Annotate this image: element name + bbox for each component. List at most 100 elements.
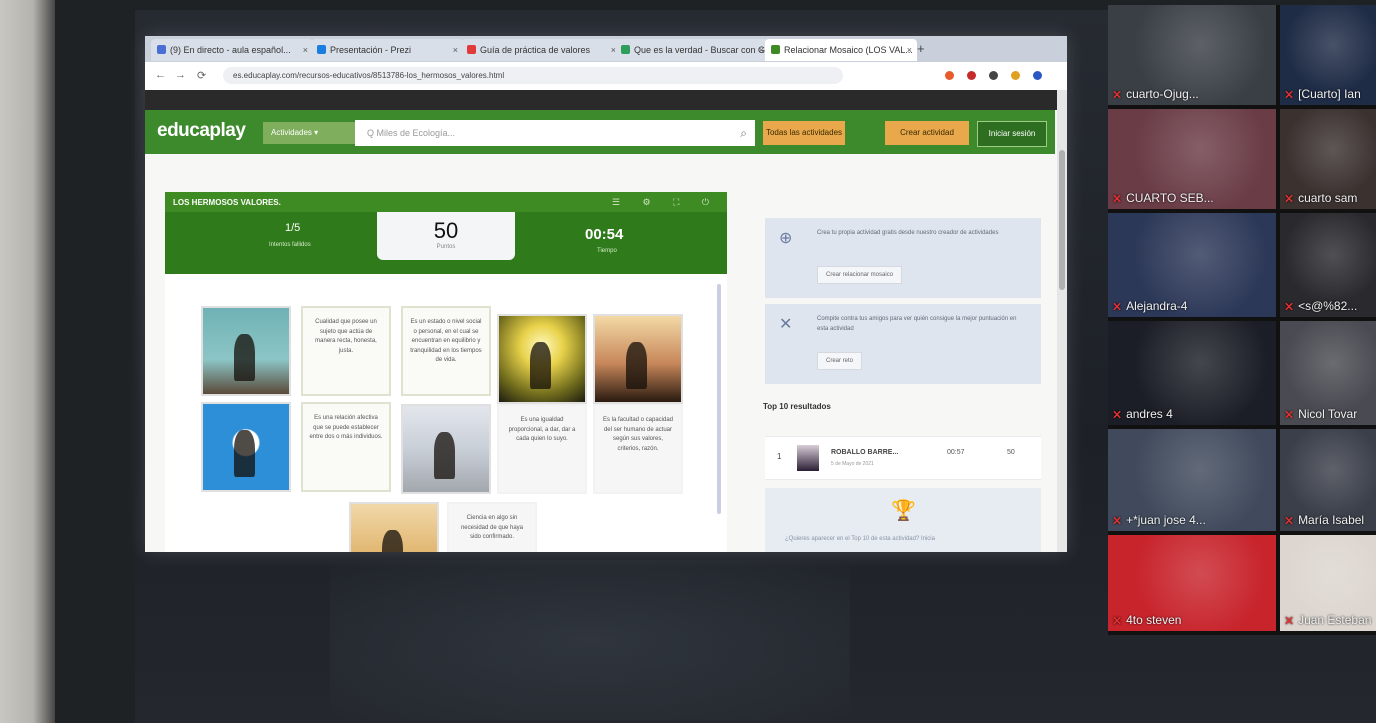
tab-favicon-icon — [317, 45, 326, 54]
participant-name: <s@%82... — [1298, 299, 1358, 313]
mosaic-card[interactable] — [201, 402, 291, 492]
mosaic-card[interactable]: Es la facultad o capacidad del ser human… — [593, 404, 683, 494]
tab-close-icon[interactable]: × — [907, 39, 912, 61]
search-input[interactable]: Q Miles de Ecología... ⌕ — [355, 120, 755, 146]
mic-off-icon: ⨯ — [1284, 407, 1295, 421]
participant-tile[interactable]: ⨯ cuarto-Ojug... — [1108, 5, 1276, 105]
mic-off-icon: ⨯ — [1284, 87, 1295, 101]
create-challenge-button[interactable]: Crear reto — [817, 352, 863, 370]
mosaic-card[interactable] — [349, 502, 439, 552]
back-button[interactable]: ← — [155, 69, 166, 81]
mosaic-card[interactable]: Es un estado o nivel social o personal, … — [401, 306, 491, 396]
game-toolbar-icons[interactable]: ☰ ⚙ ⛶ ⏻ — [612, 197, 719, 208]
browser-tab[interactable]: Guía de práctica de valores × — [461, 39, 621, 61]
mosaic-card[interactable] — [593, 314, 683, 404]
mic-off-icon: ⨯ — [1112, 299, 1123, 313]
participant-tile[interactable]: ⨯ Nicol Tovar — [1280, 321, 1376, 425]
login-button[interactable]: Iniciar sesión — [977, 121, 1047, 147]
participant-tile[interactable]: ⨯ andres 4 — [1108, 321, 1276, 425]
mosaic-card[interactable]: Es una igualdad proporcional, a dar, dar… — [497, 404, 587, 494]
browser-window: (9) En directo - aula español... × Present… — [145, 36, 1067, 552]
tab-favicon-icon — [467, 45, 476, 54]
participant-tile[interactable]: ⨯ <s@%82... — [1280, 213, 1376, 317]
browser-tab[interactable]: (9) En directo - aula español... × — [151, 39, 313, 61]
mic-off-icon: ⨯ — [1284, 299, 1295, 313]
result-row[interactable]: 1 ROBALLO BARRE... 5 de Mayo de 2021 00:… — [765, 436, 1041, 480]
browser-tab[interactable]: Que es la verdad - Buscar con Google× — [615, 39, 769, 61]
mosaic-card[interactable] — [201, 306, 291, 396]
attempts-label: Intentos fallidos — [269, 242, 311, 248]
activities-dropdown[interactable]: Actividades ▾ — [263, 122, 355, 144]
mosaic-card[interactable]: Es una relación afectiva que se puede es… — [301, 402, 391, 492]
url-input[interactable]: es.educaplay.com/recursos-educativos/851… — [223, 67, 843, 84]
participant-tile[interactable]: ⨯ +*juan jose 4... — [1108, 429, 1276, 531]
participant-tile[interactable]: ⨯ Juan Esteban — [1280, 535, 1376, 631]
tab-close-icon[interactable]: × — [759, 39, 764, 61]
mic-off-icon: ⨯ — [1112, 407, 1123, 421]
tab-label: Relacionar Mosaico (LOS VAL... — [784, 45, 913, 55]
participant-tile[interactable]: ⨯ [Cuarto] Ian — [1280, 5, 1376, 105]
all-activities-button[interactable]: Todas las actividades — [763, 121, 845, 145]
tab-close-icon[interactable]: × — [453, 39, 458, 61]
tab-label: Que es la verdad - Buscar con Google — [634, 45, 769, 55]
mosaic-card[interactable] — [401, 404, 491, 494]
extension-icon[interactable] — [1011, 71, 1020, 80]
browser-tab[interactable]: Relacionar Mosaico (LOS VAL... × — [765, 39, 917, 61]
extension-icon[interactable] — [967, 71, 976, 80]
new-tab-button[interactable]: + — [917, 41, 925, 56]
tab-close-icon[interactable]: × — [303, 39, 308, 61]
participant-label: ⨯ María Isabel — [1284, 513, 1364, 527]
card-image — [433, 431, 455, 480]
search-icon[interactable]: ⌕ — [740, 120, 747, 146]
participant-tile[interactable]: ⨯ Alejandra-4 — [1108, 213, 1276, 317]
participant-name: andres 4 — [1126, 407, 1173, 421]
participant-name: Nicol Tovar — [1298, 407, 1358, 421]
search-placeholder: Q Miles de Ecología... — [367, 128, 456, 138]
mosaic-card[interactable] — [497, 314, 587, 404]
attempts-value: 1/5 — [285, 222, 301, 234]
score-value: 50 — [433, 218, 459, 243]
score-label: Puntos — [436, 244, 456, 250]
browser-tab[interactable]: Presentación - Prezi × — [311, 39, 463, 61]
create-activity-button[interactable]: Crear actividad — [885, 121, 969, 145]
participant-tile[interactable]: ⨯ 4to steven — [1108, 535, 1276, 631]
challenge-box: ✕ Compite contra tus amigos para ver qui… — [765, 304, 1041, 384]
avatar — [797, 445, 819, 471]
card-image — [625, 341, 647, 390]
board-scrollbar[interactable] — [717, 284, 721, 514]
mosaic-card[interactable]: Ciencia en algo sin necesidad de que hay… — [447, 502, 537, 552]
reload-button[interactable]: ⟳ — [197, 69, 206, 82]
mic-off-icon: ⨯ — [1284, 191, 1295, 205]
result-rank: 1 — [777, 452, 782, 461]
participant-name: María Isabel — [1298, 513, 1365, 527]
participant-name: 4to steven — [1126, 613, 1182, 627]
background-wall — [0, 0, 60, 723]
participant-name: +*juan jose 4... — [1126, 513, 1206, 527]
participant-tile[interactable]: ⨯ CUARTO SEB... — [1108, 109, 1276, 209]
profile-avatar[interactable] — [1033, 71, 1042, 80]
mosaic-card[interactable]: Cualidad que posee un sujeto que actúa d… — [301, 306, 391, 396]
trophy-icon: 🏆 — [891, 500, 916, 522]
top10-title: Top 10 resultados — [763, 402, 831, 411]
participant-tile[interactable]: ⨯ cuarto sam — [1280, 109, 1376, 209]
extension-icon[interactable] — [945, 71, 954, 80]
top-strip — [145, 90, 1067, 110]
educaplay-logo[interactable]: educaplay — [157, 120, 246, 142]
participant-name: [Cuarto] Ian — [1298, 87, 1361, 101]
forward-button[interactable]: → — [175, 69, 186, 81]
scrollbar-thumb[interactable] — [1059, 150, 1065, 290]
extension-icon[interactable] — [989, 71, 998, 80]
create-mosaic-button[interactable]: Crear relacionar mosaico — [817, 266, 903, 284]
trophy-box: 🏆 ¿Quieres aparecer en el Top 10 de esta… — [765, 488, 1041, 552]
trophy-text[interactable]: ¿Quieres aparecer en el Top 10 de esta a… — [785, 536, 935, 542]
card-image — [233, 429, 255, 478]
participant-label: ⨯ Nicol Tovar — [1284, 407, 1357, 421]
participant-tile[interactable]: ⨯ María Isabel — [1280, 429, 1376, 531]
create-activity-text: Crea tu propia actividad gratis desde nu… — [817, 230, 999, 236]
page-scrollbar[interactable] — [1057, 90, 1067, 552]
address-bar: ← → ⟳ es.educaplay.com/recursos-educativ… — [145, 62, 1067, 91]
mic-off-icon: ⨯ — [1112, 87, 1123, 101]
participant-label: ⨯ [Cuarto] Ian — [1284, 87, 1361, 101]
participant-name: Alejandra-4 — [1126, 299, 1188, 313]
mic-off-icon: ⨯ — [1112, 513, 1123, 527]
